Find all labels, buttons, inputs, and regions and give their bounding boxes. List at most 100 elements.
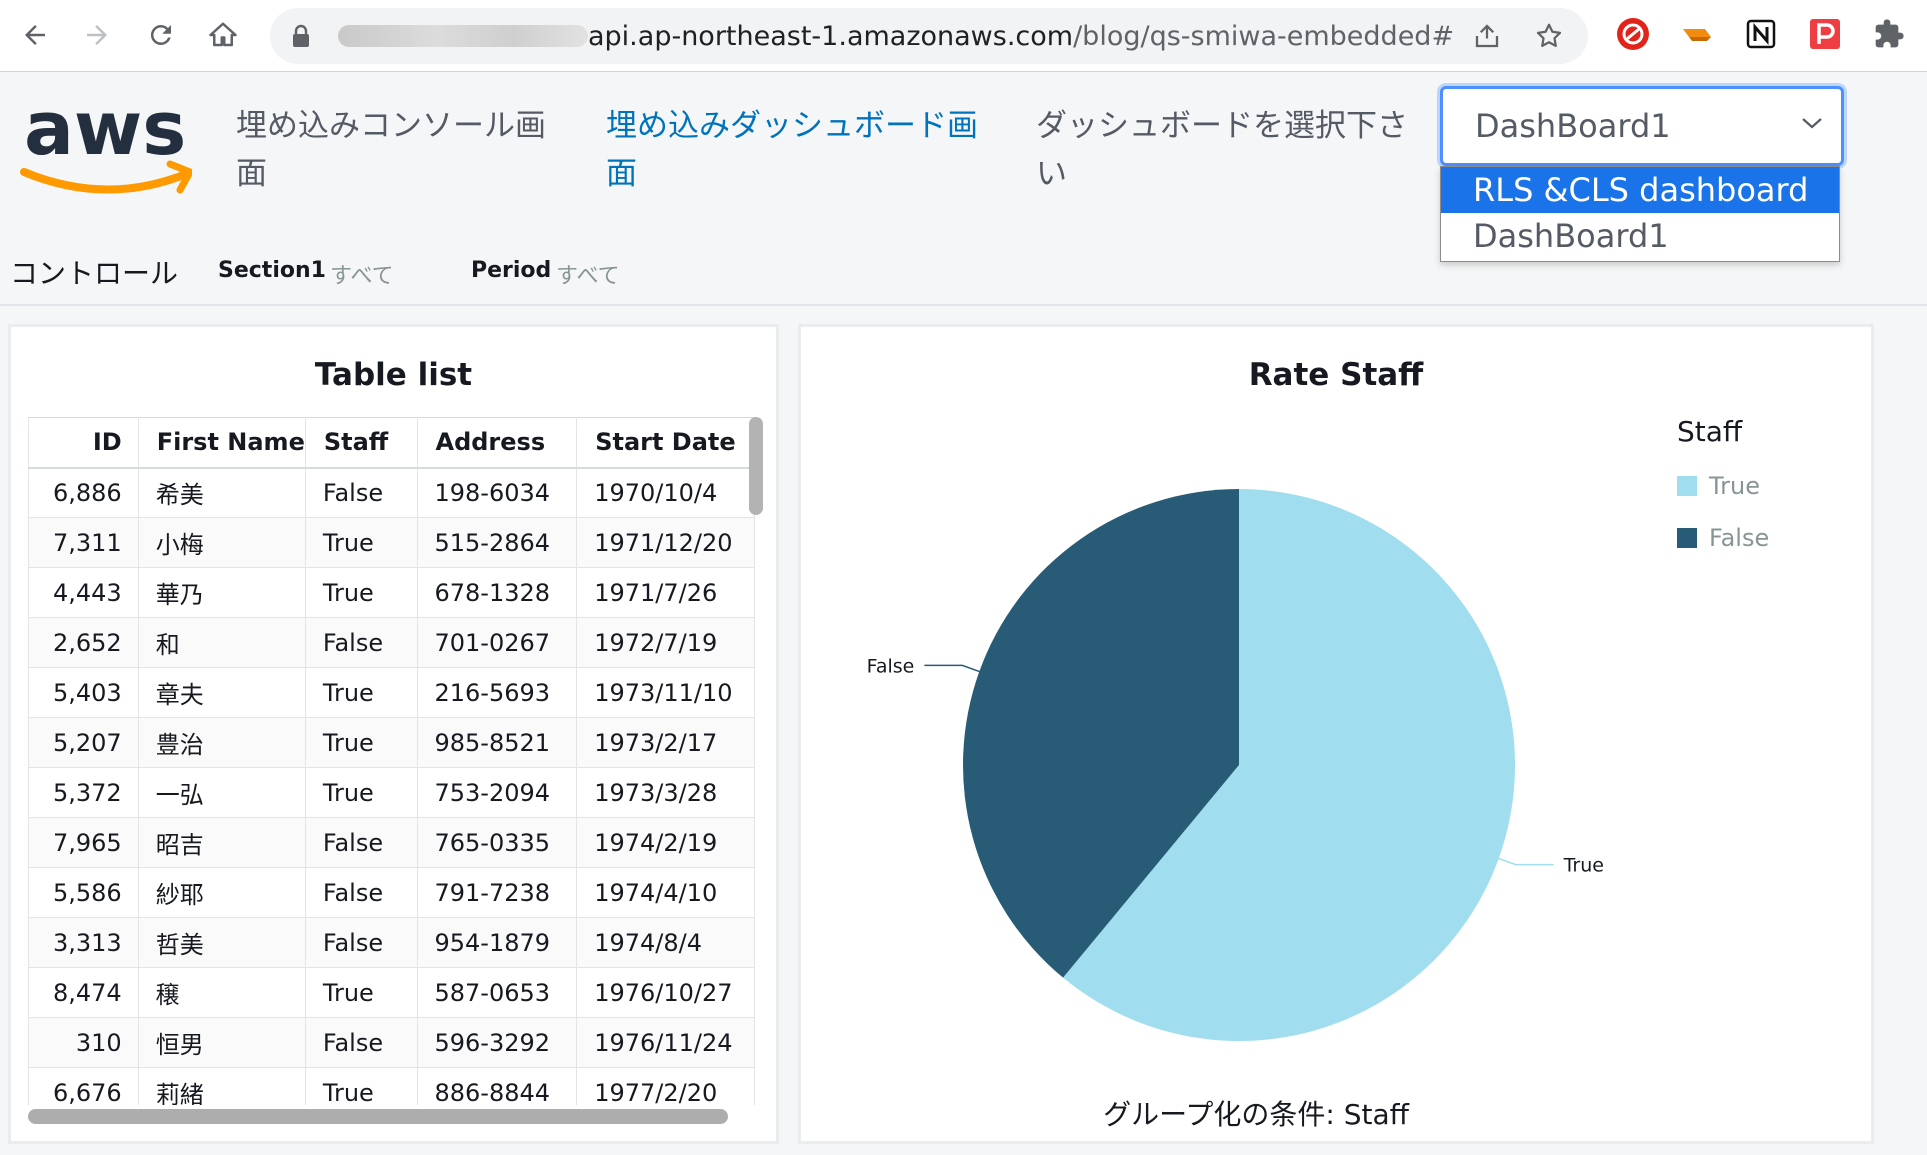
table-cell: False xyxy=(304,917,418,968)
table-cell: 753-2094 xyxy=(416,767,578,818)
reload-icon[interactable] xyxy=(138,12,184,58)
lock-icon[interactable] xyxy=(292,24,310,52)
legend-swatch-false xyxy=(1677,528,1697,548)
table-cell: 515-2864 xyxy=(416,517,578,568)
select-dashboard-label-line2: い xyxy=(1036,156,1067,192)
blurred-url-segment xyxy=(338,25,588,47)
table-cell: True xyxy=(304,1067,418,1105)
table-cell: 596-3292 xyxy=(416,1017,578,1068)
table-cell: 1973/11/10 xyxy=(576,667,755,718)
table-row[interactable]: 3,313 哲美 False 954-1879 1974/8/4 xyxy=(28,917,755,968)
column-header-address[interactable]: Address xyxy=(416,417,578,469)
notion-icon[interactable] xyxy=(1742,15,1780,53)
select-dashboard-label-line1: ダッシュボードを選択下さ xyxy=(1036,108,1408,144)
forward-icon[interactable] xyxy=(74,12,120,58)
embedded-app: aws 埋め込みコンソール画 面 埋め込みダッシュボード画 面 ダッシュボードを… xyxy=(0,72,1927,1155)
table-row[interactable]: 5,372 一弘 True 753-2094 1973/3/28 xyxy=(28,767,755,818)
legend-label-false: False xyxy=(1709,524,1770,552)
table-cell: 哲美 xyxy=(137,917,306,968)
nav-embedded-console[interactable]: 埋め込みコンソール画 面 xyxy=(236,102,566,198)
nav-embedded-console-line2: 面 xyxy=(236,156,267,192)
table-cell: 1974/8/4 xyxy=(576,917,755,968)
legend-label-true: True xyxy=(1709,472,1760,500)
table-row[interactable]: 5,586 紗耶 False 791-7238 1974/4/10 xyxy=(28,867,755,918)
data-table: ID First Name Staff Address Start Date 6… xyxy=(28,417,755,1105)
table-cell: 4,443 xyxy=(28,567,139,618)
table-cell: 216-5693 xyxy=(416,667,578,718)
pocket-p-icon[interactable] xyxy=(1806,15,1844,53)
column-header-start-date[interactable]: Start Date xyxy=(576,417,755,469)
table-cell: 華乃 xyxy=(137,567,306,618)
table-row[interactable]: 5,207 豊治 True 985-8521 1973/2/17 xyxy=(28,717,755,768)
column-header-id[interactable]: ID xyxy=(28,417,139,469)
legend-swatch-true xyxy=(1677,476,1697,496)
table-cell: 1971/7/26 xyxy=(576,567,755,618)
pie-label-false: False xyxy=(867,655,915,677)
share-icon[interactable] xyxy=(1470,19,1504,53)
table-horizontal-scrollbar[interactable] xyxy=(28,1109,728,1124)
nav-embedded-dashboard[interactable]: 埋め込みダッシュボード画 面 xyxy=(606,102,1002,198)
table-row[interactable]: 2,652 和 False 701-0267 1972/7/19 xyxy=(28,617,755,668)
control-period-label[interactable]: Period xyxy=(471,258,551,283)
extension-orange-icon[interactable] xyxy=(1678,15,1716,53)
table-row[interactable]: 7,965 昭吉 False 765-0335 1974/2/19 xyxy=(28,817,755,868)
browser-toolbar: api.ap-northeast-1.amazonaws.com/blog/qs… xyxy=(0,0,1927,72)
star-icon[interactable] xyxy=(1532,19,1566,53)
column-header-first-name[interactable]: First Name xyxy=(137,417,306,469)
dropdown-option-rls-cls-dashboard[interactable]: RLS &CLS dashboard xyxy=(1441,167,1839,213)
table-cell: 紗耶 xyxy=(137,867,306,918)
table-cell: False xyxy=(304,617,418,668)
table-card: Table list ID First Name Staff Address S… xyxy=(8,324,779,1144)
table-cell: 6,676 xyxy=(28,1067,139,1105)
table-cell: 198-6034 xyxy=(416,467,578,518)
control-section1-label[interactable]: Section1 xyxy=(218,258,326,283)
table-cell: True xyxy=(304,667,418,718)
back-icon[interactable] xyxy=(12,12,58,58)
table-vertical-scrollbar[interactable] xyxy=(749,417,763,515)
legend-item-true[interactable]: True xyxy=(1677,472,1760,500)
table-cell: 954-1879 xyxy=(416,917,578,968)
table-row[interactable]: 6,886 希美 False 198-6034 1970/10/4 xyxy=(28,467,755,518)
table-cell: 希美 xyxy=(137,467,306,518)
table-viewport: ID First Name Staff Address Start Date 6… xyxy=(11,327,755,1105)
table-row[interactable]: 6,676 莉緒 True 886-8844 1977/2/20 xyxy=(28,1067,755,1105)
table-row[interactable]: 4,443 華乃 True 678-1328 1971/7/26 xyxy=(28,567,755,618)
chart-card: Rate Staff True False Staff True False グル… xyxy=(798,324,1874,1144)
extension-red-circle-icon[interactable] xyxy=(1614,15,1652,53)
table-cell: False xyxy=(304,867,418,918)
table-cell: 2,652 xyxy=(28,617,139,668)
select-dashboard-label: ダッシュボードを選択下さ い xyxy=(1036,102,1432,198)
table-cell: True xyxy=(304,767,418,818)
address-bar[interactable]: api.ap-northeast-1.amazonaws.com/blog/qs… xyxy=(270,8,1588,64)
pie-leader-line-false xyxy=(924,664,982,673)
table-row[interactable]: 310 恒男 False 596-3292 1976/11/24 xyxy=(28,1017,755,1068)
dashboard-select[interactable]: DashBoard1 xyxy=(1440,86,1844,166)
table-cell: 5,403 xyxy=(28,667,139,718)
aws-logo[interactable]: aws xyxy=(20,86,194,208)
table-row[interactable]: 8,474 穣 True 587-0653 1976/10/27 xyxy=(28,967,755,1018)
dashboard-select-value: DashBoard1 xyxy=(1475,107,1671,145)
table-cell: 985-8521 xyxy=(416,717,578,768)
table-cell: 7,965 xyxy=(28,817,139,868)
home-icon[interactable] xyxy=(200,12,246,58)
legend-item-false[interactable]: False xyxy=(1677,524,1769,552)
table-row[interactable]: 7,311 小梅 True 515-2864 1971/12/20 xyxy=(28,517,755,568)
table-cell: 一弘 xyxy=(137,767,306,818)
column-header-staff[interactable]: Staff xyxy=(304,417,418,469)
table-cell: 恒男 xyxy=(137,1017,306,1068)
table-cell: True xyxy=(304,567,418,618)
pie-chart[interactable]: True False xyxy=(801,327,1871,1141)
nav-embedded-dashboard-line2: 面 xyxy=(606,156,637,192)
control-section1-value[interactable]: すべて xyxy=(330,258,394,290)
table-cell: 章夫 xyxy=(137,667,306,718)
table-cell: 1976/10/27 xyxy=(576,967,755,1018)
controls-bar: コントロール Section1 すべて Period すべて xyxy=(0,232,1927,306)
table-row[interactable]: 5,403 章夫 True 216-5693 1973/11/10 xyxy=(28,667,755,718)
controls-title[interactable]: コントロール xyxy=(10,252,178,292)
table-cell: 8,474 xyxy=(28,967,139,1018)
table-cell: True xyxy=(304,517,418,568)
control-period-value[interactable]: すべて xyxy=(556,258,620,290)
table-cell: 5,586 xyxy=(28,867,139,918)
table-cell: True xyxy=(304,717,418,768)
extensions-puzzle-icon[interactable] xyxy=(1870,15,1908,53)
